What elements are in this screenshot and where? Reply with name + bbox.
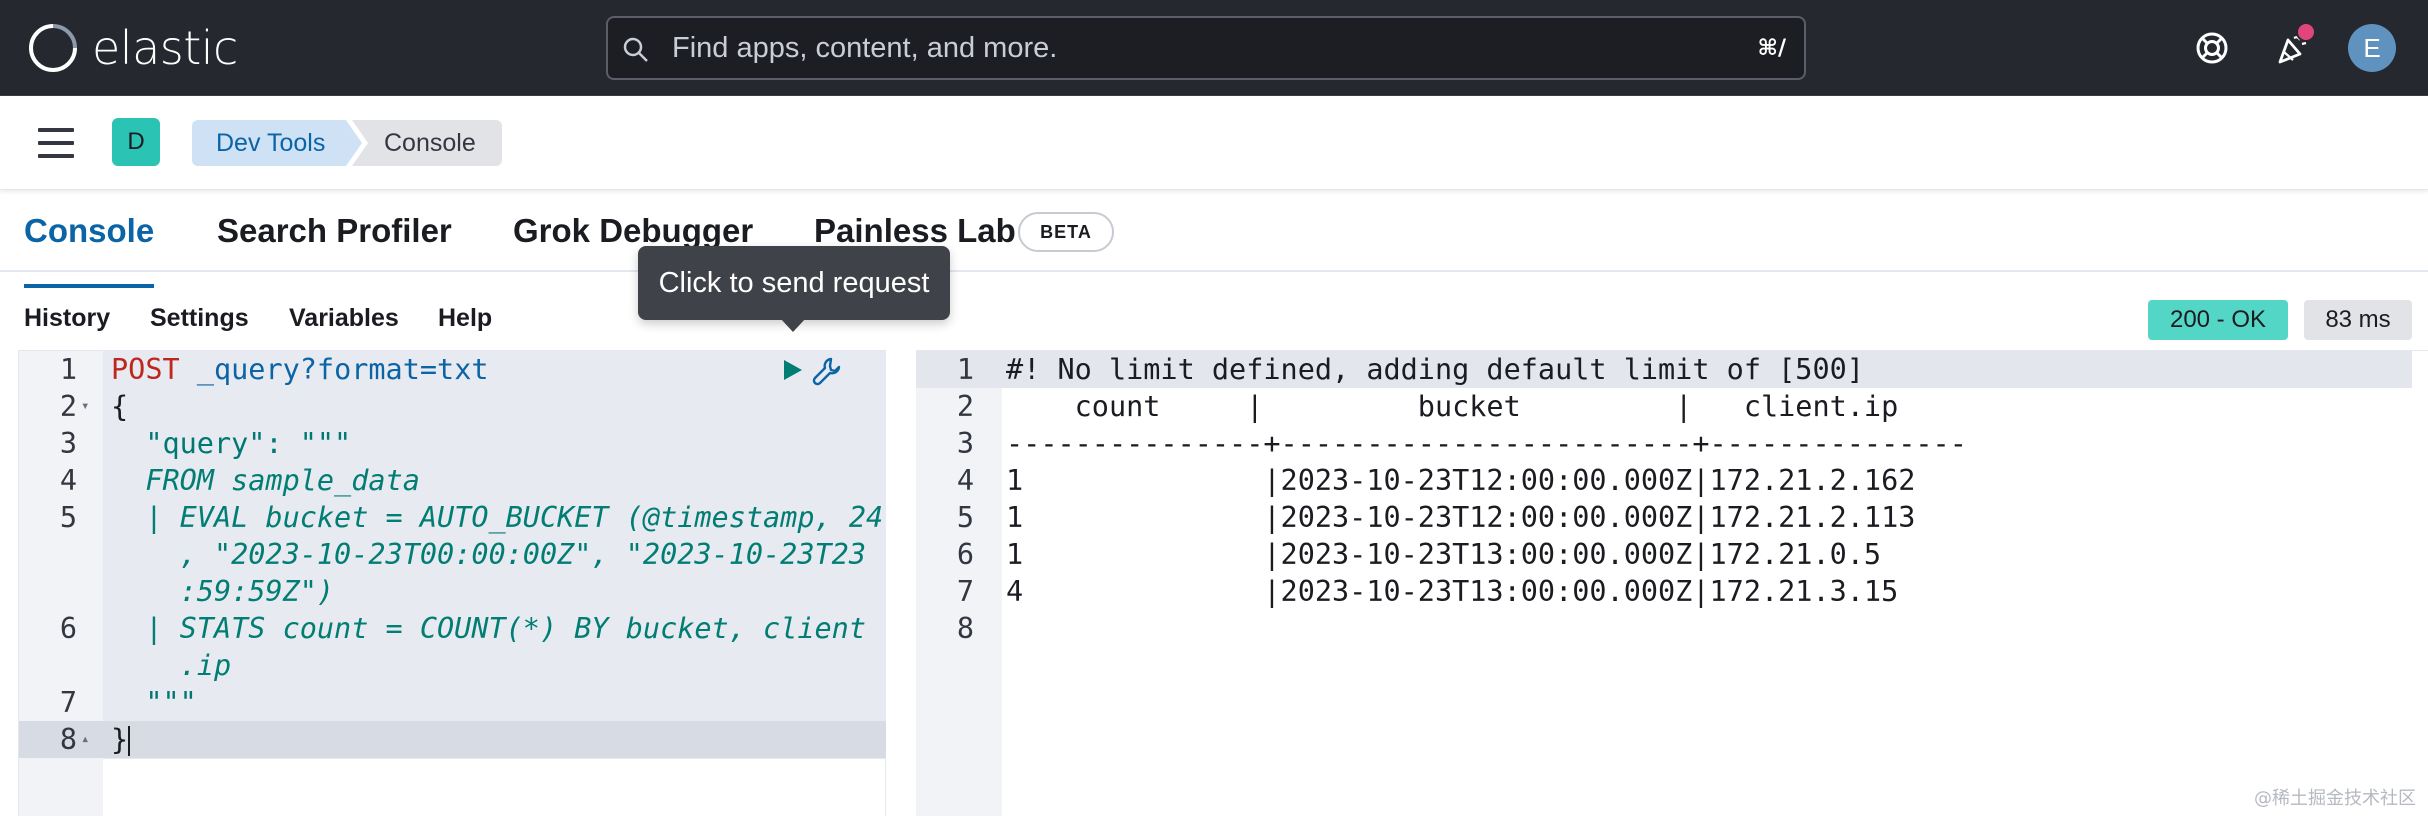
request-line: "query": """ bbox=[111, 427, 352, 460]
line-number: 8 bbox=[59, 723, 77, 756]
dev-tools-tabs: Console Search Profiler Grok Debugger Pa… bbox=[0, 190, 2428, 288]
line-number: 4 bbox=[956, 464, 974, 497]
line-number: 3 bbox=[956, 427, 974, 460]
breadcrumb-dev-tools[interactable]: Dev Tools bbox=[192, 120, 362, 166]
line-number: 7 bbox=[59, 686, 77, 719]
help-menu[interactable]: Help bbox=[438, 304, 492, 333]
line-number: 5 bbox=[956, 501, 974, 534]
response-separator: ---------------+------------------------… bbox=[1006, 427, 1967, 460]
line-number: 1 bbox=[59, 353, 77, 386]
elastic-logo-icon bbox=[29, 24, 77, 72]
breadcrumb-console: Console bbox=[352, 120, 502, 166]
request-line: { bbox=[111, 390, 129, 423]
beta-badge: BETA bbox=[1018, 212, 1114, 252]
line-number: 2 bbox=[59, 390, 77, 423]
request-line-1: POST _query?format=txt bbox=[111, 351, 489, 388]
help-lifebuoy-icon bbox=[2196, 32, 2228, 64]
tooltip-arrow bbox=[780, 318, 806, 332]
response-row: 1 |2023-10-23T13:00:00.000Z|172.21.0.5 bbox=[1006, 538, 1882, 571]
send-request-tooltip: Click to send request bbox=[638, 246, 950, 320]
history-menu[interactable]: History bbox=[24, 304, 110, 333]
closing-brace: } bbox=[111, 723, 129, 756]
help-button[interactable] bbox=[2188, 24, 2236, 72]
request-line: """ bbox=[111, 686, 197, 719]
line-number: 4 bbox=[59, 464, 77, 497]
request-line: | STATS count = COUNT(*) BY bucket, clie… bbox=[111, 612, 866, 645]
text-cursor bbox=[128, 726, 131, 756]
variables-menu[interactable]: Variables bbox=[289, 304, 399, 333]
tab-search-profiler[interactable]: Search Profiler bbox=[217, 208, 452, 260]
line-number: 6 bbox=[59, 612, 77, 645]
search-shortcut: ⌘/ bbox=[1757, 36, 1786, 61]
notification-dot bbox=[2296, 22, 2316, 42]
response-warning-line: #! No limit defined, adding default limi… bbox=[1006, 353, 1864, 386]
request-method: POST bbox=[111, 353, 180, 386]
response-row: 4 |2023-10-23T13:00:00.000Z|172.21.3.15 bbox=[1006, 575, 1899, 608]
line-number: 5 bbox=[59, 501, 77, 534]
status-badge: 200 - OK bbox=[2148, 300, 2288, 340]
request-line-last: } bbox=[111, 721, 131, 758]
active-line-highlight bbox=[19, 721, 887, 758]
request-url: _query?format=txt bbox=[196, 353, 489, 386]
watermark: @稀土掘金技术社区 bbox=[2254, 788, 2416, 809]
response-header-row: count | bucket | client.ip bbox=[1006, 390, 1899, 423]
tab-console[interactable]: Console bbox=[24, 208, 155, 288]
request-line: FROM sample_data bbox=[111, 464, 420, 497]
request-editor[interactable]: 1 2 3 4 5 6 7 8 ▾ ▴ POST _query?format=t… bbox=[18, 350, 887, 816]
line-number: 7 bbox=[956, 575, 974, 608]
request-line: | EVAL bucket = AUTO_BUCKET (@timestamp,… bbox=[111, 501, 884, 534]
fold-caret-down-icon[interactable]: ▾ bbox=[81, 388, 89, 425]
search-icon bbox=[623, 37, 648, 62]
send-request-play-icon[interactable] bbox=[779, 357, 805, 383]
response-time-badge: 83 ms bbox=[2304, 300, 2412, 340]
line-number: 8 bbox=[956, 612, 974, 645]
line-number: 3 bbox=[59, 427, 77, 460]
search-input[interactable] bbox=[672, 18, 1672, 78]
breadcrumb-bar: D Dev Tools Console bbox=[0, 96, 2428, 190]
response-row: 1 |2023-10-23T12:00:00.000Z|172.21.2.162 bbox=[1006, 464, 1916, 497]
menu-toggle-icon[interactable] bbox=[38, 128, 74, 158]
request-line: , "2023-10-23T00:00:00Z", "2023-10-23T23 bbox=[111, 538, 866, 571]
response-row: 1 |2023-10-23T12:00:00.000Z|172.21.2.113 bbox=[1006, 501, 1916, 534]
fold-caret-up-icon[interactable]: ▴ bbox=[81, 721, 89, 758]
pane-resizer[interactable] bbox=[886, 350, 916, 816]
response-viewer: 1 2 3 4 5 6 7 8 #! No limit defined, add… bbox=[916, 350, 2428, 816]
space-avatar[interactable]: D bbox=[112, 118, 160, 166]
line-number: 2 bbox=[956, 390, 974, 423]
logo-text: elastic bbox=[92, 21, 238, 75]
request-line: :59:59Z") bbox=[111, 575, 335, 608]
settings-menu[interactable]: Settings bbox=[150, 304, 249, 333]
line-number: 1 bbox=[956, 353, 974, 386]
line-number: 6 bbox=[956, 538, 974, 571]
global-search[interactable]: ⌘/ bbox=[606, 16, 1806, 80]
request-line: .ip bbox=[111, 649, 232, 682]
user-avatar[interactable]: E bbox=[2348, 24, 2396, 72]
top-header: elastic ⌘/ E bbox=[0, 0, 2428, 96]
wrench-icon[interactable] bbox=[811, 355, 843, 387]
elastic-logo[interactable]: elastic bbox=[28, 20, 238, 76]
